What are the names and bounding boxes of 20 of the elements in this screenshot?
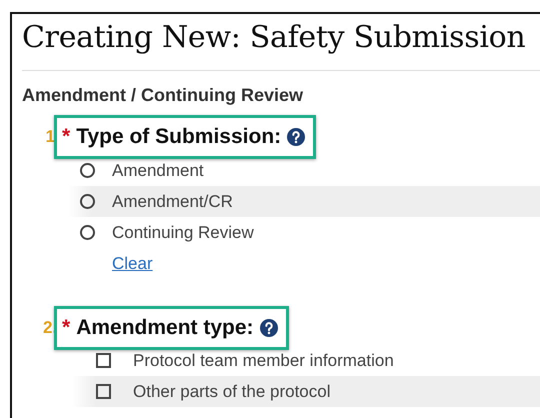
option-label: Amendment/CR <box>112 192 233 212</box>
required-mark: * <box>62 130 70 144</box>
option-label: Protocol team member information <box>133 350 394 370</box>
question-label: Type of Submission: <box>76 125 282 149</box>
question-number: 1 <box>44 127 55 147</box>
radio-button[interactable] <box>80 194 95 209</box>
radio-button[interactable] <box>80 225 95 240</box>
required-mark: * <box>62 321 70 335</box>
section-heading: Amendment / Continuing Review <box>22 84 304 106</box>
question-label: Amendment type: <box>76 316 254 340</box>
option-label: Other parts of the protocol <box>133 382 330 402</box>
help-icon[interactable] <box>260 319 278 337</box>
checkbox[interactable] <box>96 384 111 399</box>
radio-button[interactable] <box>80 163 95 178</box>
help-icon[interactable] <box>287 128 306 146</box>
option-label: Continuing Review <box>112 222 254 242</box>
page-title: Creating New: Safety Submission <box>22 20 526 56</box>
option-label: Amendment <box>112 160 204 180</box>
checkbox[interactable] <box>96 353 111 368</box>
clear-link[interactable]: Clear <box>112 254 153 274</box>
